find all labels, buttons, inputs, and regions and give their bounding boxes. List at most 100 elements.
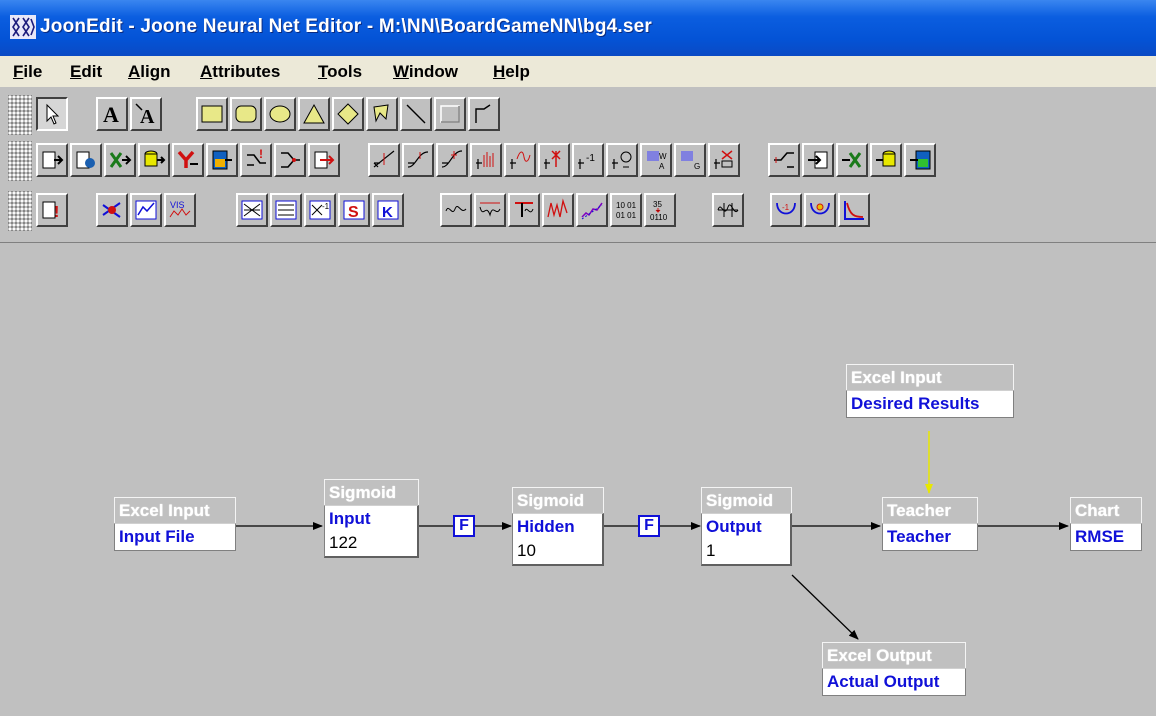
connector-output-to-excel-output[interactable] — [791, 574, 859, 640]
menu-file[interactable]: File — [13, 62, 42, 82]
context-layer-button[interactable] — [606, 143, 638, 177]
input-switch-icon: ! — [247, 147, 266, 166]
min-max-extractor-button[interactable]: -1 — [770, 193, 802, 227]
menu-edit[interactable]: Edit — [70, 62, 102, 82]
node-type-label: Excel Input — [114, 497, 236, 523]
sanger-synapse-button[interactable]: S — [338, 193, 370, 227]
normalizer-plugin-button[interactable] — [440, 193, 472, 227]
polygon-tool-button[interactable] — [366, 97, 398, 131]
teacher-node[interactable]: Teacher Teacher — [882, 497, 978, 551]
gaussian-2d-button[interactable]: G — [674, 143, 706, 177]
chart-output-button[interactable] — [130, 193, 162, 227]
moving-average-icon — [581, 202, 603, 220]
jdbc-input-button[interactable] — [138, 143, 170, 177]
linear-layer-button[interactable] — [368, 143, 400, 177]
yahoo-input-button[interactable] — [172, 143, 204, 177]
node-body: Desired Results — [846, 390, 1014, 418]
menu-tools[interactable]: Tools — [318, 62, 362, 82]
sigmoid-layer-button[interactable] — [402, 143, 434, 177]
elbow-connection-tool-button[interactable] — [468, 97, 500, 131]
toolbar-grip[interactable] — [8, 191, 32, 231]
diamond-icon — [337, 103, 359, 125]
turning-points-icon — [479, 202, 501, 217]
border-tool-button[interactable] — [434, 97, 466, 131]
border-icon — [440, 105, 460, 123]
excel-input-button[interactable] — [104, 143, 136, 177]
gaussian-layer-button[interactable] — [538, 143, 570, 177]
node-type-label: Sigmoid — [701, 487, 792, 513]
round-rectangle-tool-button[interactable] — [230, 97, 262, 131]
binary-plugin-button[interactable]: 10 01 01 01 — [610, 193, 642, 227]
title-bar[interactable]: JoonEdit - Joone Neural Net Editor - M:\… — [0, 0, 1156, 56]
svg-text:-1: -1 — [322, 202, 330, 211]
toolbar-grip[interactable] — [8, 141, 32, 181]
delta-norm-button[interactable] — [508, 193, 540, 227]
url-input-button[interactable] — [70, 143, 102, 177]
connected-text-tool-button[interactable]: A — [130, 97, 162, 131]
toolbar-grip[interactable] — [8, 95, 32, 135]
unnormalizer-icon: 35 0110 — [650, 200, 668, 222]
shuffle-plugin-button[interactable] — [542, 193, 574, 227]
winner-take-all-button[interactable]: WA — [640, 143, 672, 177]
jdbc-output-button[interactable] — [870, 143, 902, 177]
file-input-button[interactable] — [36, 143, 68, 177]
delay-layer-button[interactable]: -1 — [572, 143, 604, 177]
log-layer-icon — [476, 152, 494, 169]
chart-node[interactable]: Chart RMSE — [1070, 497, 1142, 551]
teacher-button[interactable]: ! — [36, 193, 68, 227]
excel-output-button[interactable] — [836, 143, 868, 177]
svg-text:-1: -1 — [586, 153, 595, 164]
database-output-icon — [876, 150, 896, 167]
learning-switch-button[interactable] — [274, 143, 306, 177]
kohonen-map-button[interactable]: K — [372, 193, 404, 227]
direct-synapse-button[interactable] — [270, 193, 302, 227]
rectangle-tool-button[interactable] — [196, 97, 228, 131]
log-layer-button[interactable] — [470, 143, 502, 177]
input-layer-node[interactable]: Sigmoid Input 122 — [324, 479, 419, 558]
menu-help[interactable]: Help — [493, 62, 530, 82]
sigmoid-layer-icon — [407, 151, 429, 168]
menu-attributes[interactable]: Attributes — [200, 62, 280, 82]
chart-handle-button[interactable] — [804, 193, 836, 227]
excel-input-node[interactable]: Excel Input Input File — [114, 497, 236, 551]
image-input-button[interactable] — [206, 143, 238, 177]
menu-align[interactable]: Align — [128, 62, 171, 82]
ellipse-tool-button[interactable] — [264, 97, 296, 131]
full-synapse-input-hidden[interactable]: F — [453, 515, 475, 537]
line-tool-button[interactable] — [400, 97, 432, 131]
output-layer-node[interactable]: Sigmoid Output 1 — [701, 487, 792, 566]
svg-text:-1: -1 — [782, 203, 790, 212]
input-switch-button[interactable]: ! — [240, 143, 272, 177]
tanh-layer-button[interactable] — [436, 143, 468, 177]
menu-window[interactable]: Window — [393, 62, 458, 82]
unnormalizer-button[interactable]: 35 0110 — [644, 193, 676, 227]
nested-net-button[interactable] — [708, 143, 740, 177]
rmse-plugin-button[interactable] — [838, 193, 870, 227]
svg-text:A: A — [659, 162, 665, 171]
connection-lines — [236, 431, 1069, 640]
excel-output-node[interactable]: Excel Output Actual Output — [822, 642, 966, 696]
image-output-button[interactable] — [904, 143, 936, 177]
full-synapse-hidden-output[interactable]: F — [638, 515, 660, 537]
chart-handle-icon — [810, 202, 830, 215]
sine-layer-button[interactable] — [504, 143, 536, 177]
selection-tool-button[interactable] — [36, 97, 68, 131]
svg-text:A: A — [103, 102, 119, 127]
delayed-synapse-button[interactable]: -1 — [304, 193, 336, 227]
input-connector-button[interactable] — [308, 143, 340, 177]
visad-output-button[interactable]: VIS — [164, 193, 196, 227]
output-switch-button[interactable] — [768, 143, 800, 177]
center-zero-button[interactable] — [712, 193, 744, 227]
turning-points-button[interactable] — [474, 193, 506, 227]
network-canvas[interactable]: Excel Input Input File Excel Input Desir… — [0, 242, 1156, 716]
text-tool-button[interactable]: A — [96, 97, 128, 131]
moving-average-button[interactable] — [576, 193, 608, 227]
diamond-tool-button[interactable] — [332, 97, 364, 131]
desired-results-node[interactable]: Excel Input Desired Results — [846, 364, 1014, 418]
kohonen-synapse-button[interactable] — [96, 193, 128, 227]
yahoo-input-icon — [177, 150, 198, 168]
triangle-tool-button[interactable] — [298, 97, 330, 131]
full-synapse-button[interactable] — [236, 193, 268, 227]
file-output-button[interactable] — [802, 143, 834, 177]
hidden-layer-node[interactable]: Sigmoid Hidden 10 — [512, 487, 604, 566]
